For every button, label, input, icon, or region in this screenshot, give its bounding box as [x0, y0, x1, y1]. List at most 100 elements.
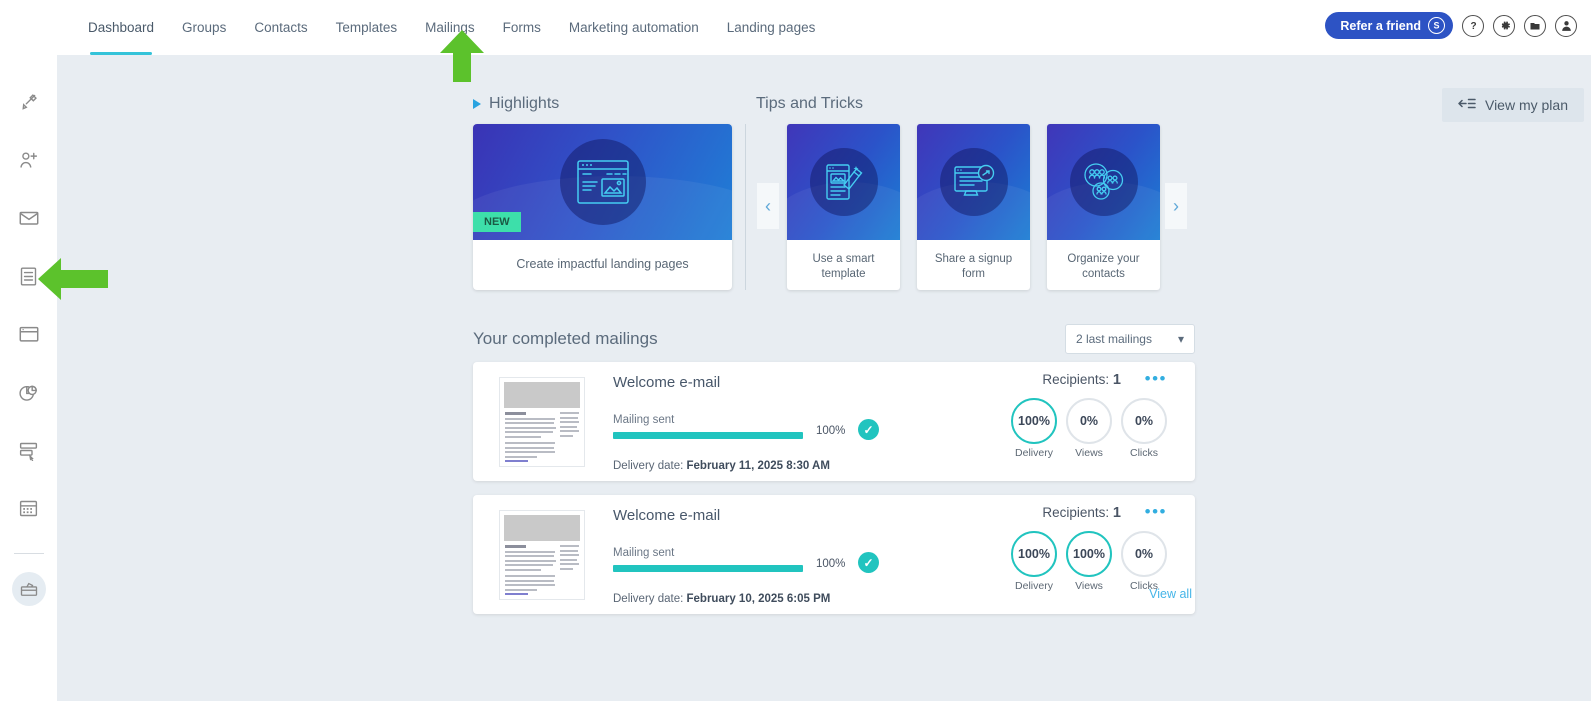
mailing-status: Mailing sent	[613, 547, 674, 559]
nav-label: Dashboard	[88, 20, 154, 35]
tip-artwork	[917, 124, 1030, 240]
mailing-stats: 100% Delivery 0% Views 0% Clicks	[1011, 398, 1167, 459]
nav-item-dashboard[interactable]: Dashboard	[88, 0, 154, 55]
delivery-date-label: Delivery date:	[613, 460, 683, 472]
svg-text:S: S	[1433, 21, 1439, 31]
chevron-down-icon: ▾	[1178, 332, 1184, 346]
mailing-row[interactable]: LOGOTYPE Welcome e-mail Mailing sent 100…	[473, 362, 1195, 481]
view-my-plan-button[interactable]: View my plan	[1442, 88, 1584, 122]
completed-mailings-panel: Your completed mailings 2 last mailings …	[473, 315, 1195, 628]
gear-icon[interactable]	[1493, 15, 1515, 37]
mailing-stats: 100% Delivery 100% Views 0% Clicks	[1011, 531, 1167, 592]
landing-page-icon[interactable]	[12, 317, 46, 351]
app-root: Dashboard Groups Contacts Templates Mail…	[0, 0, 1591, 701]
arrow-pointing-to-forms-sidebar-icon	[38, 255, 108, 308]
tip-card-smart-template[interactable]: Use a smart template	[787, 124, 900, 290]
nav-item-marketing-automation[interactable]: Marketing automation	[569, 0, 699, 55]
nav-item-contacts[interactable]: Contacts	[254, 0, 307, 55]
highlight-card[interactable]: NEW Create impactful landing pages	[473, 124, 732, 290]
mailings-title: Your completed mailings	[473, 329, 658, 349]
nav-label: Groups	[182, 20, 226, 35]
recipients-label: Recipients:	[1042, 372, 1109, 387]
delivery-date-label: Delivery date:	[613, 593, 683, 605]
envelope-icon[interactable]	[12, 201, 46, 235]
tip-artwork	[787, 124, 900, 240]
refer-label: Refer a friend	[1340, 19, 1421, 33]
check-icon: ✓	[858, 419, 879, 440]
mailing-status: Mailing sent	[613, 414, 674, 426]
tip-card-organize-contacts[interactable]: Organize your contacts	[1047, 124, 1160, 290]
svg-text:?: ?	[1470, 21, 1476, 32]
filter-value: 2 last mailings	[1076, 332, 1152, 346]
add-contact-icon[interactable]	[12, 143, 46, 177]
main-canvas: View my plan Highlights Tips and Tricks	[57, 55, 1591, 701]
tips-next-button[interactable]: ›	[1165, 183, 1187, 229]
refer-a-friend-button[interactable]: Refer a friend S	[1325, 12, 1453, 39]
stat-ring: 100%	[1011, 531, 1057, 577]
recipients-value: 1	[1113, 372, 1121, 388]
tips-and-tricks-title: Tips and Tricks	[756, 95, 863, 113]
help-icon[interactable]: ?	[1462, 15, 1484, 37]
nav-label: Templates	[336, 20, 398, 35]
stat-clicks: 0% Clicks	[1121, 398, 1167, 459]
toolbox-icon[interactable]	[12, 572, 46, 606]
nav-item-landing-pages[interactable]: Landing pages	[727, 0, 816, 55]
highlight-artwork: NEW	[473, 124, 732, 240]
mailing-progress-percent: 100%	[816, 425, 845, 437]
tips-prev-button[interactable]: ‹	[757, 183, 779, 229]
mailing-progress-track	[613, 432, 803, 439]
stat-label: Delivery	[1011, 580, 1057, 592]
smart-template-icon	[810, 148, 878, 216]
sidebar-divider	[14, 553, 44, 554]
tip-artwork	[1047, 124, 1160, 240]
folder-icon[interactable]	[1524, 15, 1546, 37]
brush-icon[interactable]	[12, 85, 46, 119]
form-builder-icon[interactable]	[12, 433, 46, 467]
stat-label: Clicks	[1121, 447, 1167, 459]
nav-label: Contacts	[254, 20, 307, 35]
new-badge: NEW	[473, 212, 521, 232]
mailing-progress-fill	[613, 432, 803, 439]
mailing-menu-button[interactable]: •••	[1145, 372, 1167, 386]
mailing-delivery-date: Delivery date: February 11, 2025 8:30 AM	[613, 460, 830, 472]
mailing-progress-fill	[613, 565, 803, 572]
stat-label: Views	[1066, 447, 1112, 459]
highlights-title: Highlights	[489, 95, 559, 113]
recipients-label: Recipients:	[1042, 505, 1109, 520]
dollar-icon: S	[1428, 17, 1445, 34]
chevron-left-icon: ‹	[765, 196, 771, 217]
mailing-name: Welcome e-mail	[613, 507, 720, 524]
nav-label: Forms	[503, 20, 541, 35]
user-avatar-icon[interactable]	[1555, 15, 1577, 37]
stat-delivery: 100% Delivery	[1011, 531, 1057, 592]
mailing-name: Welcome e-mail	[613, 374, 720, 391]
stat-clicks: 0% Clicks	[1121, 531, 1167, 592]
nav-item-templates[interactable]: Templates	[336, 0, 398, 55]
delivery-date-value: February 10, 2025 6:05 PM	[687, 593, 831, 605]
nav-item-forms[interactable]: Forms	[503, 0, 541, 55]
mailings-filter-select[interactable]: 2 last mailings ▾	[1065, 324, 1195, 354]
nav-label: Landing pages	[727, 20, 816, 35]
mailing-progress-track	[613, 565, 803, 572]
mailing-menu-button[interactable]: •••	[1145, 505, 1167, 519]
mailing-row[interactable]: LOGOTYPE Welcome e-mail Mailing sent 100…	[473, 495, 1195, 614]
plan-label: View my plan	[1485, 97, 1568, 113]
stat-ring: 0%	[1066, 398, 1112, 444]
expand-triangle-icon[interactable]	[473, 99, 481, 109]
view-all-link[interactable]: View all	[1149, 587, 1192, 601]
nav-label: Marketing automation	[569, 20, 699, 35]
stat-delivery: 100% Delivery	[1011, 398, 1057, 459]
mailing-progress-percent: 100%	[816, 558, 845, 570]
tip-card-signup-form[interactable]: Share a signup form	[917, 124, 1030, 290]
mailing-recipients: Recipients: 1	[1042, 372, 1121, 388]
mailing-recipients: Recipients: 1	[1042, 505, 1121, 521]
check-icon: ✓	[858, 552, 879, 573]
stat-ring: 0%	[1121, 531, 1167, 577]
nav-item-groups[interactable]: Groups	[182, 0, 226, 55]
calendar-grid-icon[interactable]	[12, 491, 46, 525]
plan-arrow-icon	[1458, 97, 1476, 113]
stat-views: 100% Views	[1066, 531, 1112, 592]
chevron-right-icon: ›	[1173, 196, 1179, 217]
stat-ring: 0%	[1121, 398, 1167, 444]
pie-chart-icon[interactable]	[12, 375, 46, 409]
